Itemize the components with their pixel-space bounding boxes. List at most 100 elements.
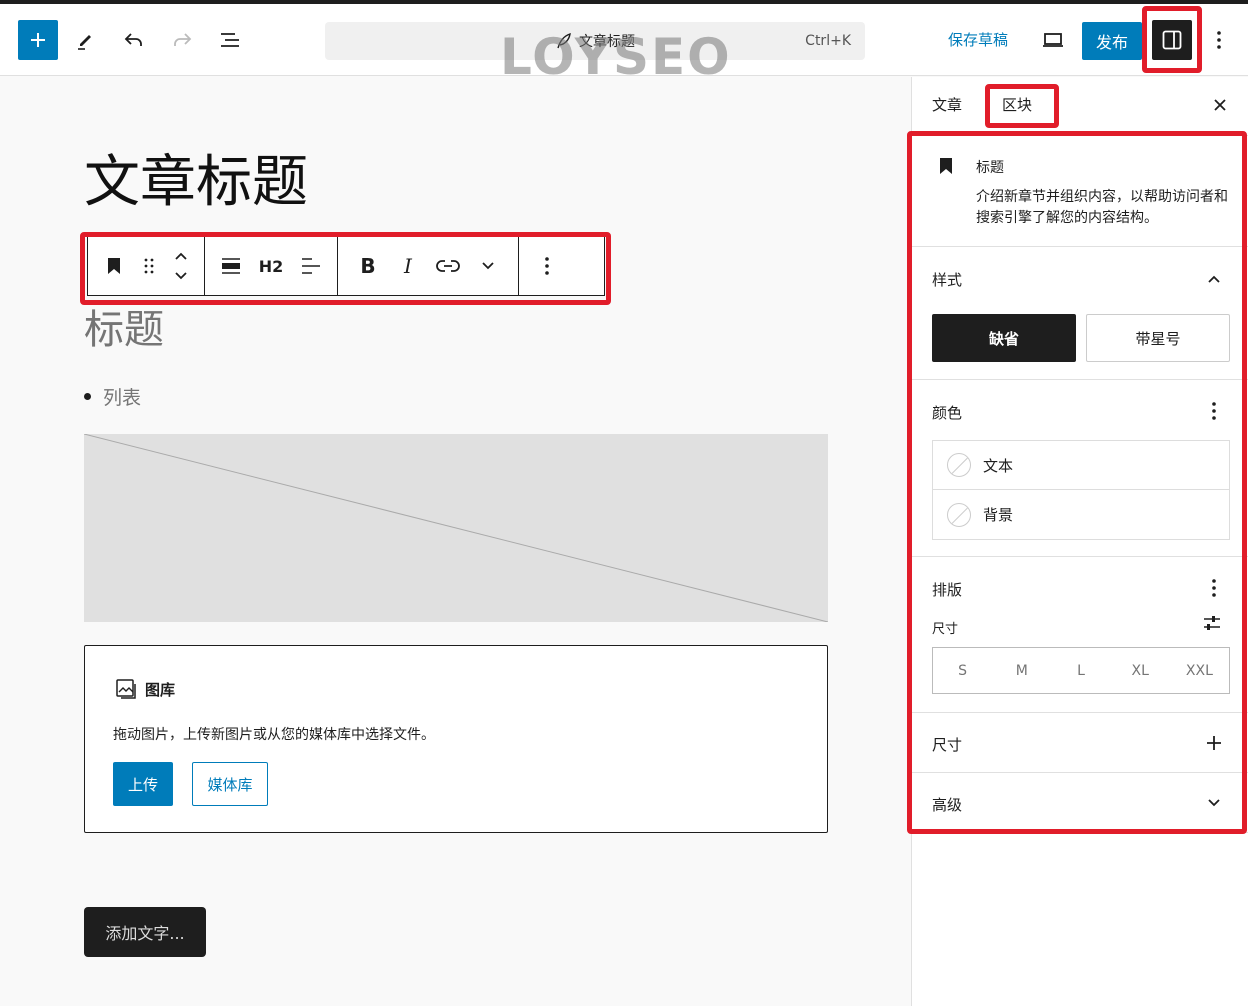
format-controls-group: B I: [338, 237, 519, 295]
link-button[interactable]: [428, 242, 468, 290]
bold-button[interactable]: B: [348, 242, 388, 290]
list-bullet: [84, 393, 91, 400]
advanced-panel: [912, 773, 1248, 833]
move-block-buttons[interactable]: [164, 242, 198, 290]
undo-button[interactable]: [114, 20, 154, 60]
bookmark-icon: [940, 158, 952, 174]
bookmark-icon: [108, 258, 120, 274]
editor-canvas: 文章标题 H2 B I 标题 列表 图库 拖动图片，上传新图片或从您的媒体库中选…: [0, 77, 911, 1006]
gallery-header: 图库: [115, 678, 175, 700]
styles-panel-toggle[interactable]: [1202, 267, 1226, 291]
advanced-panel-toggle[interactable]: [1202, 791, 1226, 815]
link-icon: [436, 260, 460, 272]
more-vertical-icon: [545, 257, 549, 275]
style-asterisk-button[interactable]: 带星号: [1086, 314, 1230, 362]
more-rich-text-button[interactable]: [468, 242, 508, 290]
color-panel-title: 颜色: [932, 404, 963, 422]
drag-handle[interactable]: [134, 242, 164, 290]
block-alignment-button[interactable]: [211, 242, 251, 290]
background-color-item[interactable]: 背景: [933, 490, 1229, 539]
heading-block[interactable]: 标题: [84, 305, 164, 355]
settings-sidebar: 文章 区块 标题 介绍新章节并组织内容，以帮助访问者和搜索引擎了解您的内容结构。…: [911, 77, 1248, 1006]
desktop-icon: [1043, 33, 1063, 47]
gallery-block: 图库 拖动图片，上传新图片或从您的媒体库中选择文件。 上传 媒体库: [84, 645, 828, 833]
more-vertical-icon: [1217, 31, 1221, 49]
redo-icon: [174, 33, 192, 46]
more-vertical-icon: [1212, 402, 1216, 420]
align-left-icon: [302, 258, 320, 274]
drag-handle-icon: [144, 258, 154, 274]
custom-size-button[interactable]: [1202, 613, 1222, 637]
gallery-description: 拖动图片，上传新图片或从您的媒体库中选择文件。: [113, 727, 435, 743]
quill-icon: [557, 32, 571, 49]
styles-panel-title[interactable]: 样式: [932, 269, 962, 290]
text-align-button[interactable]: [291, 242, 331, 290]
font-size-xl[interactable]: XL: [1111, 648, 1170, 693]
tab-block[interactable]: 区块: [1002, 95, 1032, 115]
dimensions-panel: [912, 713, 1248, 773]
media-library-button[interactable]: 媒体库: [192, 762, 268, 806]
block-card-title: 标题: [976, 160, 1004, 176]
plus-icon: [1207, 736, 1221, 750]
font-size-m[interactable]: M: [992, 648, 1051, 693]
block-inserter-button[interactable]: [18, 20, 58, 60]
typography-options-button[interactable]: [1202, 576, 1226, 600]
post-title[interactable]: 文章标题: [84, 149, 308, 217]
align-wide-icon: [222, 258, 240, 274]
block-type-button[interactable]: [94, 242, 134, 290]
chevron-down-icon: [482, 262, 494, 270]
preview-button[interactable]: [1033, 20, 1073, 60]
font-size-s[interactable]: S: [933, 648, 992, 693]
dimensions-add-button[interactable]: [1202, 731, 1226, 755]
background-color-label: 背景: [983, 506, 1014, 524]
plus-icon: [31, 33, 45, 47]
settings-sliders-icon: [1204, 616, 1220, 630]
block-options-button[interactable]: [527, 242, 567, 290]
font-size-picker: S M L XL XXL: [932, 647, 1230, 694]
chevron-up-icon: [1208, 275, 1220, 283]
style-default-button[interactable]: 缺省: [932, 314, 1076, 362]
command-title: 文章标题: [579, 34, 635, 50]
save-draft-button[interactable]: 保存草稿: [948, 20, 1008, 60]
advanced-panel-title[interactable]: 高级: [932, 794, 962, 815]
block-card-icon: [938, 157, 954, 179]
dimensions-panel-title: 尺寸: [932, 736, 963, 754]
options-menu-button[interactable]: [1200, 20, 1238, 60]
settings-toggle-button[interactable]: [1152, 20, 1192, 60]
color-settings-list: 文本 背景: [932, 440, 1230, 540]
redo-button[interactable]: [162, 20, 202, 60]
gallery-icon: [116, 679, 136, 699]
text-color-label: 文本: [983, 456, 1014, 475]
typography-panel-title: 排版: [932, 581, 963, 599]
command-shortcut: Ctrl+K: [805, 33, 851, 49]
gallery-title: 图库: [145, 680, 176, 699]
pencil-icon: [78, 35, 91, 50]
add-text-button[interactable]: 添加文字...: [84, 907, 206, 957]
heading-controls-group: H2: [205, 237, 338, 295]
block-options-group: [519, 237, 575, 295]
tab-post[interactable]: 文章: [932, 95, 962, 115]
close-sidebar-button[interactable]: [1208, 93, 1232, 117]
chevron-up-icon: [175, 252, 187, 260]
list-item-placeholder: 列表: [103, 387, 142, 409]
close-icon: [1214, 99, 1226, 111]
heading-level-button[interactable]: H2: [251, 242, 291, 290]
document-overview-button[interactable]: [210, 20, 250, 60]
italic-button[interactable]: I: [388, 242, 428, 290]
font-size-label: 尺寸: [932, 622, 959, 637]
sidebar-panel-icon: [1162, 30, 1182, 50]
editor-header: 文章标题 Ctrl+K LOYSEO 保存草稿 发布: [0, 4, 1248, 86]
image-placeholder-block[interactable]: [84, 434, 828, 622]
list-block[interactable]: 列表: [84, 383, 141, 410]
block-switcher-group: [88, 237, 205, 295]
chevron-down-icon: [175, 272, 187, 280]
publish-button[interactable]: 发布: [1082, 22, 1142, 60]
font-size-xxl[interactable]: XXL: [1170, 648, 1229, 693]
tools-button[interactable]: [66, 20, 106, 60]
color-options-button[interactable]: [1202, 399, 1226, 423]
upload-button[interactable]: 上传: [113, 762, 173, 806]
font-size-l[interactable]: L: [1051, 648, 1110, 693]
text-color-item[interactable]: 文本: [933, 441, 1229, 490]
empty-swatch-icon: [947, 502, 971, 527]
command-palette-bar[interactable]: 文章标题 Ctrl+K: [325, 22, 865, 60]
